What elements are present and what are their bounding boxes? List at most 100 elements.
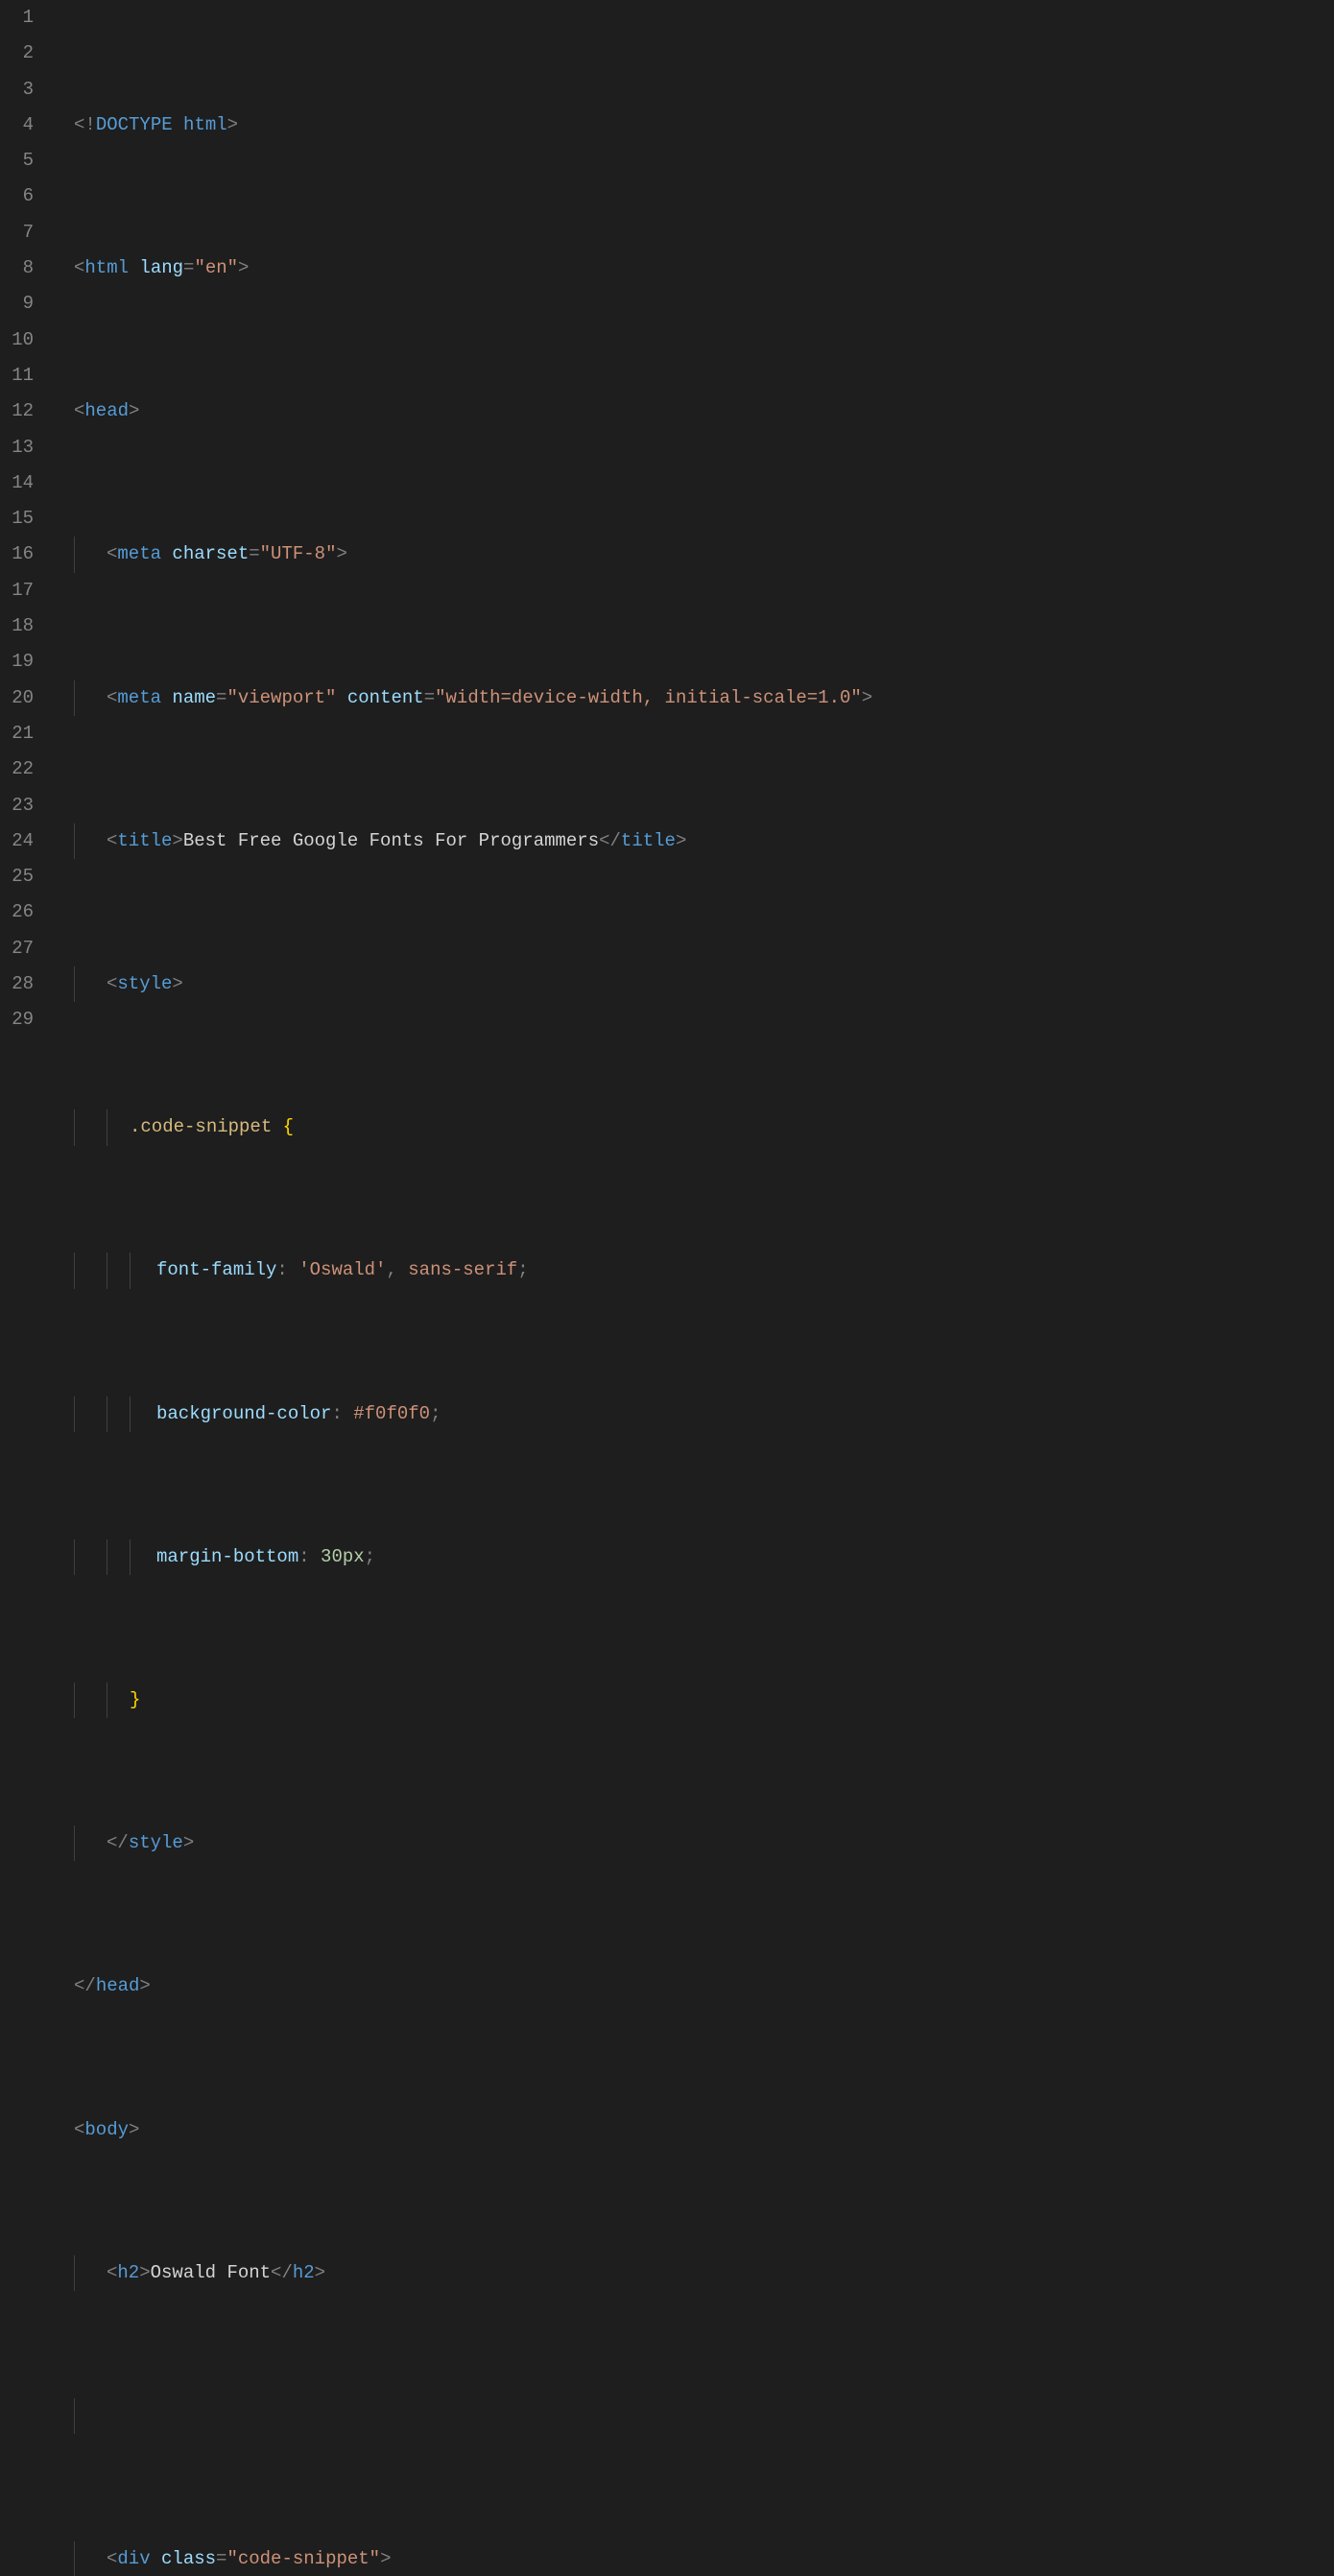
line-number: 19 <box>0 644 34 680</box>
line-number: 25 <box>0 859 34 894</box>
punctuation: < <box>107 973 117 994</box>
punctuation: > <box>172 830 182 851</box>
line-number: 26 <box>0 894 34 930</box>
punctuation: = <box>216 2548 226 2569</box>
code-line[interactable]: <h2>Oswald Font</h2> <box>53 2255 1334 2291</box>
code-line[interactable]: .code-snippet { <box>53 1109 1334 1145</box>
line-number: 14 <box>0 465 34 501</box>
attribute-name: class <box>161 2548 216 2569</box>
tag-name: head <box>84 400 129 421</box>
tag-name: h2 <box>293 2262 315 2283</box>
code-line[interactable]: <!DOCTYPE html> <box>53 107 1334 143</box>
code-line[interactable]: <body> <box>53 2112 1334 2148</box>
tag-name: title <box>621 830 676 851</box>
line-number: 21 <box>0 716 34 751</box>
tag-name: h2 <box>117 2262 139 2283</box>
punctuation: > <box>862 687 872 708</box>
line-number: 22 <box>0 751 34 787</box>
brace: { <box>283 1116 294 1137</box>
code-line[interactable]: <html lang="en"> <box>53 250 1334 286</box>
tag-name: style <box>117 973 172 994</box>
attribute-name: content <box>347 687 424 708</box>
punctuation: : <box>298 1546 309 1567</box>
line-number: 23 <box>0 788 34 823</box>
code-line[interactable]: </style> <box>53 1825 1334 1861</box>
punctuation: : <box>331 1403 342 1424</box>
line-number: 17 <box>0 573 34 608</box>
line-number: 16 <box>0 537 34 572</box>
punctuation: > <box>172 973 182 994</box>
punctuation: > <box>238 257 249 278</box>
attribute-value: "width=device-width, initial-scale=1.0" <box>435 687 862 708</box>
punctuation: < <box>107 687 117 708</box>
brace: } <box>130 1689 140 1710</box>
punctuation: = <box>216 687 226 708</box>
line-number: 9 <box>0 286 34 322</box>
punctuation: < <box>107 2548 117 2569</box>
line-number: 24 <box>0 823 34 859</box>
line-number: 10 <box>0 322 34 358</box>
css-value: sans-serif <box>408 1259 517 1280</box>
line-number: 12 <box>0 394 34 429</box>
line-number: 6 <box>0 179 34 214</box>
punctuation: = <box>424 687 435 708</box>
punctuation: = <box>183 257 194 278</box>
punctuation: </ <box>74 1975 96 1996</box>
code-line[interactable]: <style> <box>53 966 1334 1002</box>
tag-name: head <box>96 1975 140 1996</box>
tag-name: meta <box>117 543 161 564</box>
code-line[interactable] <box>53 2398 1334 2434</box>
punctuation: < <box>107 2262 117 2283</box>
line-number-gutter: 1 2 3 4 5 6 7 8 9 10 11 12 13 14 15 16 1… <box>0 0 53 2576</box>
line-number: 3 <box>0 72 34 107</box>
attribute-name: lang <box>139 257 183 278</box>
punctuation: ; <box>517 1259 528 1280</box>
code-line[interactable]: background-color: #f0f0f0; <box>53 1396 1334 1432</box>
css-selector: .code-snippet <box>130 1116 272 1137</box>
tag-name: body <box>84 2119 129 2140</box>
line-number: 1 <box>0 0 34 36</box>
punctuation: <! <box>74 114 96 135</box>
line-number: 11 <box>0 358 34 394</box>
tag-name: meta <box>117 687 161 708</box>
code-editor-content[interactable]: <!DOCTYPE html> <html lang="en"> <head> … <box>53 0 1334 2576</box>
code-line[interactable]: </head> <box>53 1968 1334 2004</box>
tag-name: style <box>129 1832 183 1853</box>
code-line[interactable]: } <box>53 1682 1334 1718</box>
punctuation: > <box>336 543 346 564</box>
css-value: #f0f0f0 <box>353 1403 430 1424</box>
punctuation: > <box>139 1975 150 1996</box>
code-line[interactable]: <meta name="viewport" content="width=dev… <box>53 680 1334 716</box>
punctuation: < <box>107 830 117 851</box>
attribute-value: "en" <box>194 257 238 278</box>
code-line[interactable]: margin-bottom: 30px; <box>53 1539 1334 1575</box>
attribute-name: name <box>172 687 216 708</box>
line-number: 20 <box>0 680 34 716</box>
line-number: 2 <box>0 36 34 71</box>
code-line[interactable]: <head> <box>53 394 1334 429</box>
code-line[interactable]: <meta charset="UTF-8"> <box>53 537 1334 572</box>
punctuation: : <box>276 1259 287 1280</box>
css-value: 30px <box>321 1546 365 1567</box>
punctuation: < <box>74 2119 84 2140</box>
punctuation: > <box>380 2548 391 2569</box>
code-line[interactable]: font-family: 'Oswald', sans-serif; <box>53 1252 1334 1288</box>
line-number: 4 <box>0 107 34 143</box>
tag-name: title <box>117 830 172 851</box>
line-number: 13 <box>0 430 34 465</box>
punctuation: > <box>315 2262 325 2283</box>
css-property: background-color <box>156 1403 331 1424</box>
css-property: font-family <box>156 1259 276 1280</box>
punctuation: = <box>249 543 259 564</box>
punctuation: > <box>227 114 238 135</box>
attribute-value: "code-snippet" <box>226 2548 380 2569</box>
punctuation: > <box>183 1832 194 1853</box>
code-line[interactable]: <div class="code-snippet"> <box>53 2541 1334 2576</box>
attribute-value: "UTF-8" <box>260 543 337 564</box>
doctype-keyword: DOCTYPE <box>96 114 173 135</box>
line-number: 27 <box>0 931 34 966</box>
line-number: 7 <box>0 215 34 250</box>
punctuation: > <box>676 830 686 851</box>
punctuation: , <box>386 1259 396 1280</box>
code-line[interactable]: <title>Best Free Google Fonts For Progra… <box>53 823 1334 859</box>
